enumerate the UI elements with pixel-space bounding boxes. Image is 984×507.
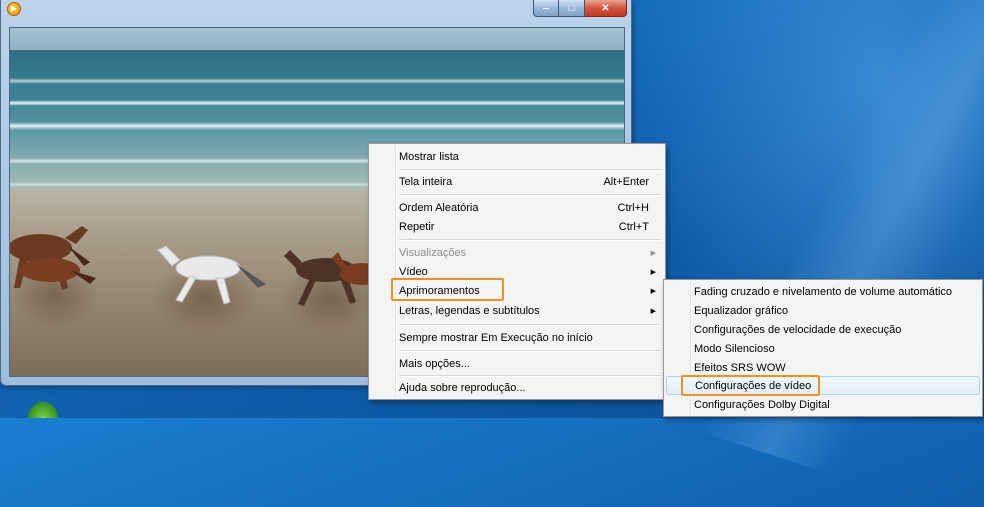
menu-item-mais-opcoes[interactable]: Mais opções... xyxy=(371,354,663,373)
close-icon: ✕ xyxy=(601,2,610,14)
submenu-item-dolby-digital[interactable]: Configurações Dolby Digital xyxy=(666,395,980,414)
menu-separator xyxy=(399,350,661,352)
shortcut-label: Alt+Enter xyxy=(603,175,649,188)
highlight-configuracoes-video xyxy=(681,375,820,396)
minimize-button[interactable]: ‒ xyxy=(533,0,559,17)
desktop-gadget-icon xyxy=(28,402,58,418)
close-button[interactable]: ✕ xyxy=(585,0,627,17)
maximize-icon: □ xyxy=(568,2,575,14)
minimize-icon: ‒ xyxy=(543,2,549,14)
enhancements-submenu: Fading cruzado e nivelamento de volume a… xyxy=(663,279,983,417)
submenu-arrow-icon: ▶ xyxy=(650,307,656,315)
video-sky xyxy=(10,28,624,50)
menu-separator xyxy=(399,239,661,241)
shortcut-label: Ctrl+H xyxy=(617,201,649,214)
menu-item-ajuda[interactable]: Ajuda sobre reprodução... xyxy=(371,378,663,397)
window-controls: ‒ □ ✕ xyxy=(533,0,627,17)
submenu-item-equalizador[interactable]: Equalizador gráfico xyxy=(666,301,980,320)
shortcut-label: Ctrl+T xyxy=(618,220,649,233)
menu-item-sempre-mostrar[interactable]: Sempre mostrar Em Execução no início xyxy=(371,328,663,347)
submenu-arrow-icon: ▶ xyxy=(650,249,656,257)
menu-item-tela-inteira[interactable]: Tela inteira Alt+Enter xyxy=(371,172,663,191)
title-bar[interactable]: ▶ ‒ □ ✕ xyxy=(1,0,631,22)
menu-item-mostrar-lista[interactable]: Mostrar lista xyxy=(371,147,663,166)
submenu-item-fading-cruzado[interactable]: Fading cruzado e nivelamento de volume a… xyxy=(666,282,980,301)
menu-item-visualizacoes[interactable]: Visualizações ▶ xyxy=(371,243,663,262)
highlight-aprimoramentos xyxy=(391,278,504,301)
menu-item-ordem-aleatoria[interactable]: Ordem Aleatória Ctrl+H xyxy=(371,198,663,217)
horse-figures xyxy=(10,226,380,306)
submenu-arrow-icon: ▶ xyxy=(650,287,656,295)
menu-separator xyxy=(399,375,661,377)
menu-separator xyxy=(399,324,661,326)
menu-item-letras-legendas[interactable]: Letras, legendas e subtítulos ▶ xyxy=(371,301,663,320)
submenu-item-velocidade[interactable]: Configurações de velocidade de execução xyxy=(666,320,980,339)
menu-item-repetir[interactable]: Repetir Ctrl+T xyxy=(371,217,663,236)
media-player-icon[interactable]: ▶ xyxy=(7,2,21,16)
submenu-item-modo-silencioso[interactable]: Modo Silencioso xyxy=(666,339,980,358)
context-menu: Mostrar lista Tela inteira Alt+Enter Ord… xyxy=(368,143,666,400)
maximize-button[interactable]: □ xyxy=(559,0,585,17)
submenu-arrow-icon: ▶ xyxy=(650,268,656,276)
menu-separator xyxy=(399,169,661,171)
menu-separator xyxy=(399,194,661,196)
